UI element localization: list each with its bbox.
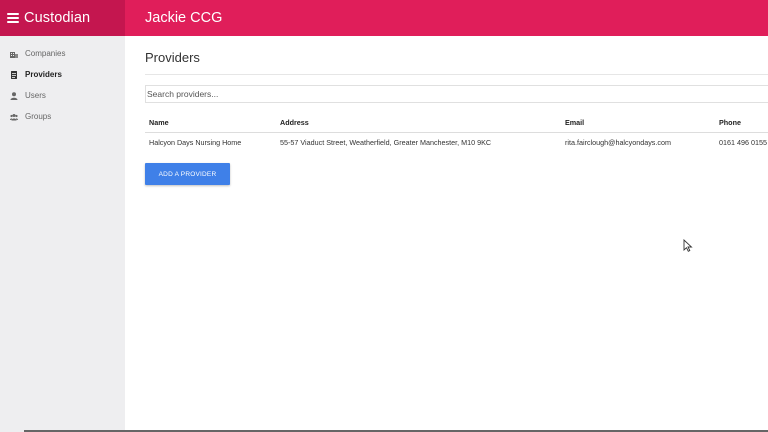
users-icon (10, 113, 18, 121)
mouse-cursor-icon (683, 239, 693, 252)
table-header-row: Name Address Email Phone (145, 114, 768, 133)
sidebar-item-groups[interactable]: Groups (0, 106, 125, 127)
sidebar: Custodian Companies Providers Users Grou… (0, 0, 125, 432)
column-header-name[interactable]: Name (145, 114, 276, 133)
sidebar-item-companies[interactable]: Companies (0, 43, 125, 64)
app-title: Custodian (24, 10, 91, 26)
user-icon (10, 91, 18, 100)
clipboard-icon (10, 70, 18, 79)
sidebar-item-label: Providers (25, 70, 62, 79)
add-provider-button[interactable]: ADD A PROVIDER (145, 163, 230, 185)
sidebar-item-users[interactable]: Users (0, 85, 125, 106)
search-input[interactable] (145, 85, 768, 103)
sidebar-item-label: Users (25, 91, 46, 100)
cell-email: rita.fairclough@halcyondays.com (565, 137, 671, 147)
column-header-email[interactable]: Email (561, 114, 715, 133)
sidebar-nav: Companies Providers Users Groups (0, 43, 125, 127)
column-header-address[interactable]: Address (276, 114, 561, 133)
cell-phone: 0161 496 0155 (719, 137, 767, 147)
organization-title: Jackie CCG (145, 10, 223, 26)
providers-table: Name Address Email Phone Halcyon Days Nu… (145, 114, 768, 152)
brand-bar: Custodian (0, 0, 125, 36)
column-header-phone[interactable]: Phone (715, 114, 768, 133)
cell-address: 55-57 Viaduct Street, Weatherfield, Grea… (280, 137, 492, 147)
sidebar-item-label: Companies (25, 49, 66, 58)
table-row[interactable]: Halcyon Days Nursing Home 55-57 Viaduct … (145, 132, 768, 152)
divider (145, 74, 768, 75)
sidebar-item-providers[interactable]: Providers (0, 64, 125, 85)
page-title: Providers (145, 50, 200, 65)
cell-name[interactable]: Halcyon Days Nursing Home (145, 132, 276, 152)
main-content: Providers Name Address Email Phone Halcy… (145, 36, 768, 185)
sidebar-item-label: Groups (25, 112, 52, 121)
hamburger-menu-icon[interactable] (7, 13, 19, 23)
building-icon (10, 50, 18, 58)
top-bar: Jackie CCG (125, 0, 768, 36)
